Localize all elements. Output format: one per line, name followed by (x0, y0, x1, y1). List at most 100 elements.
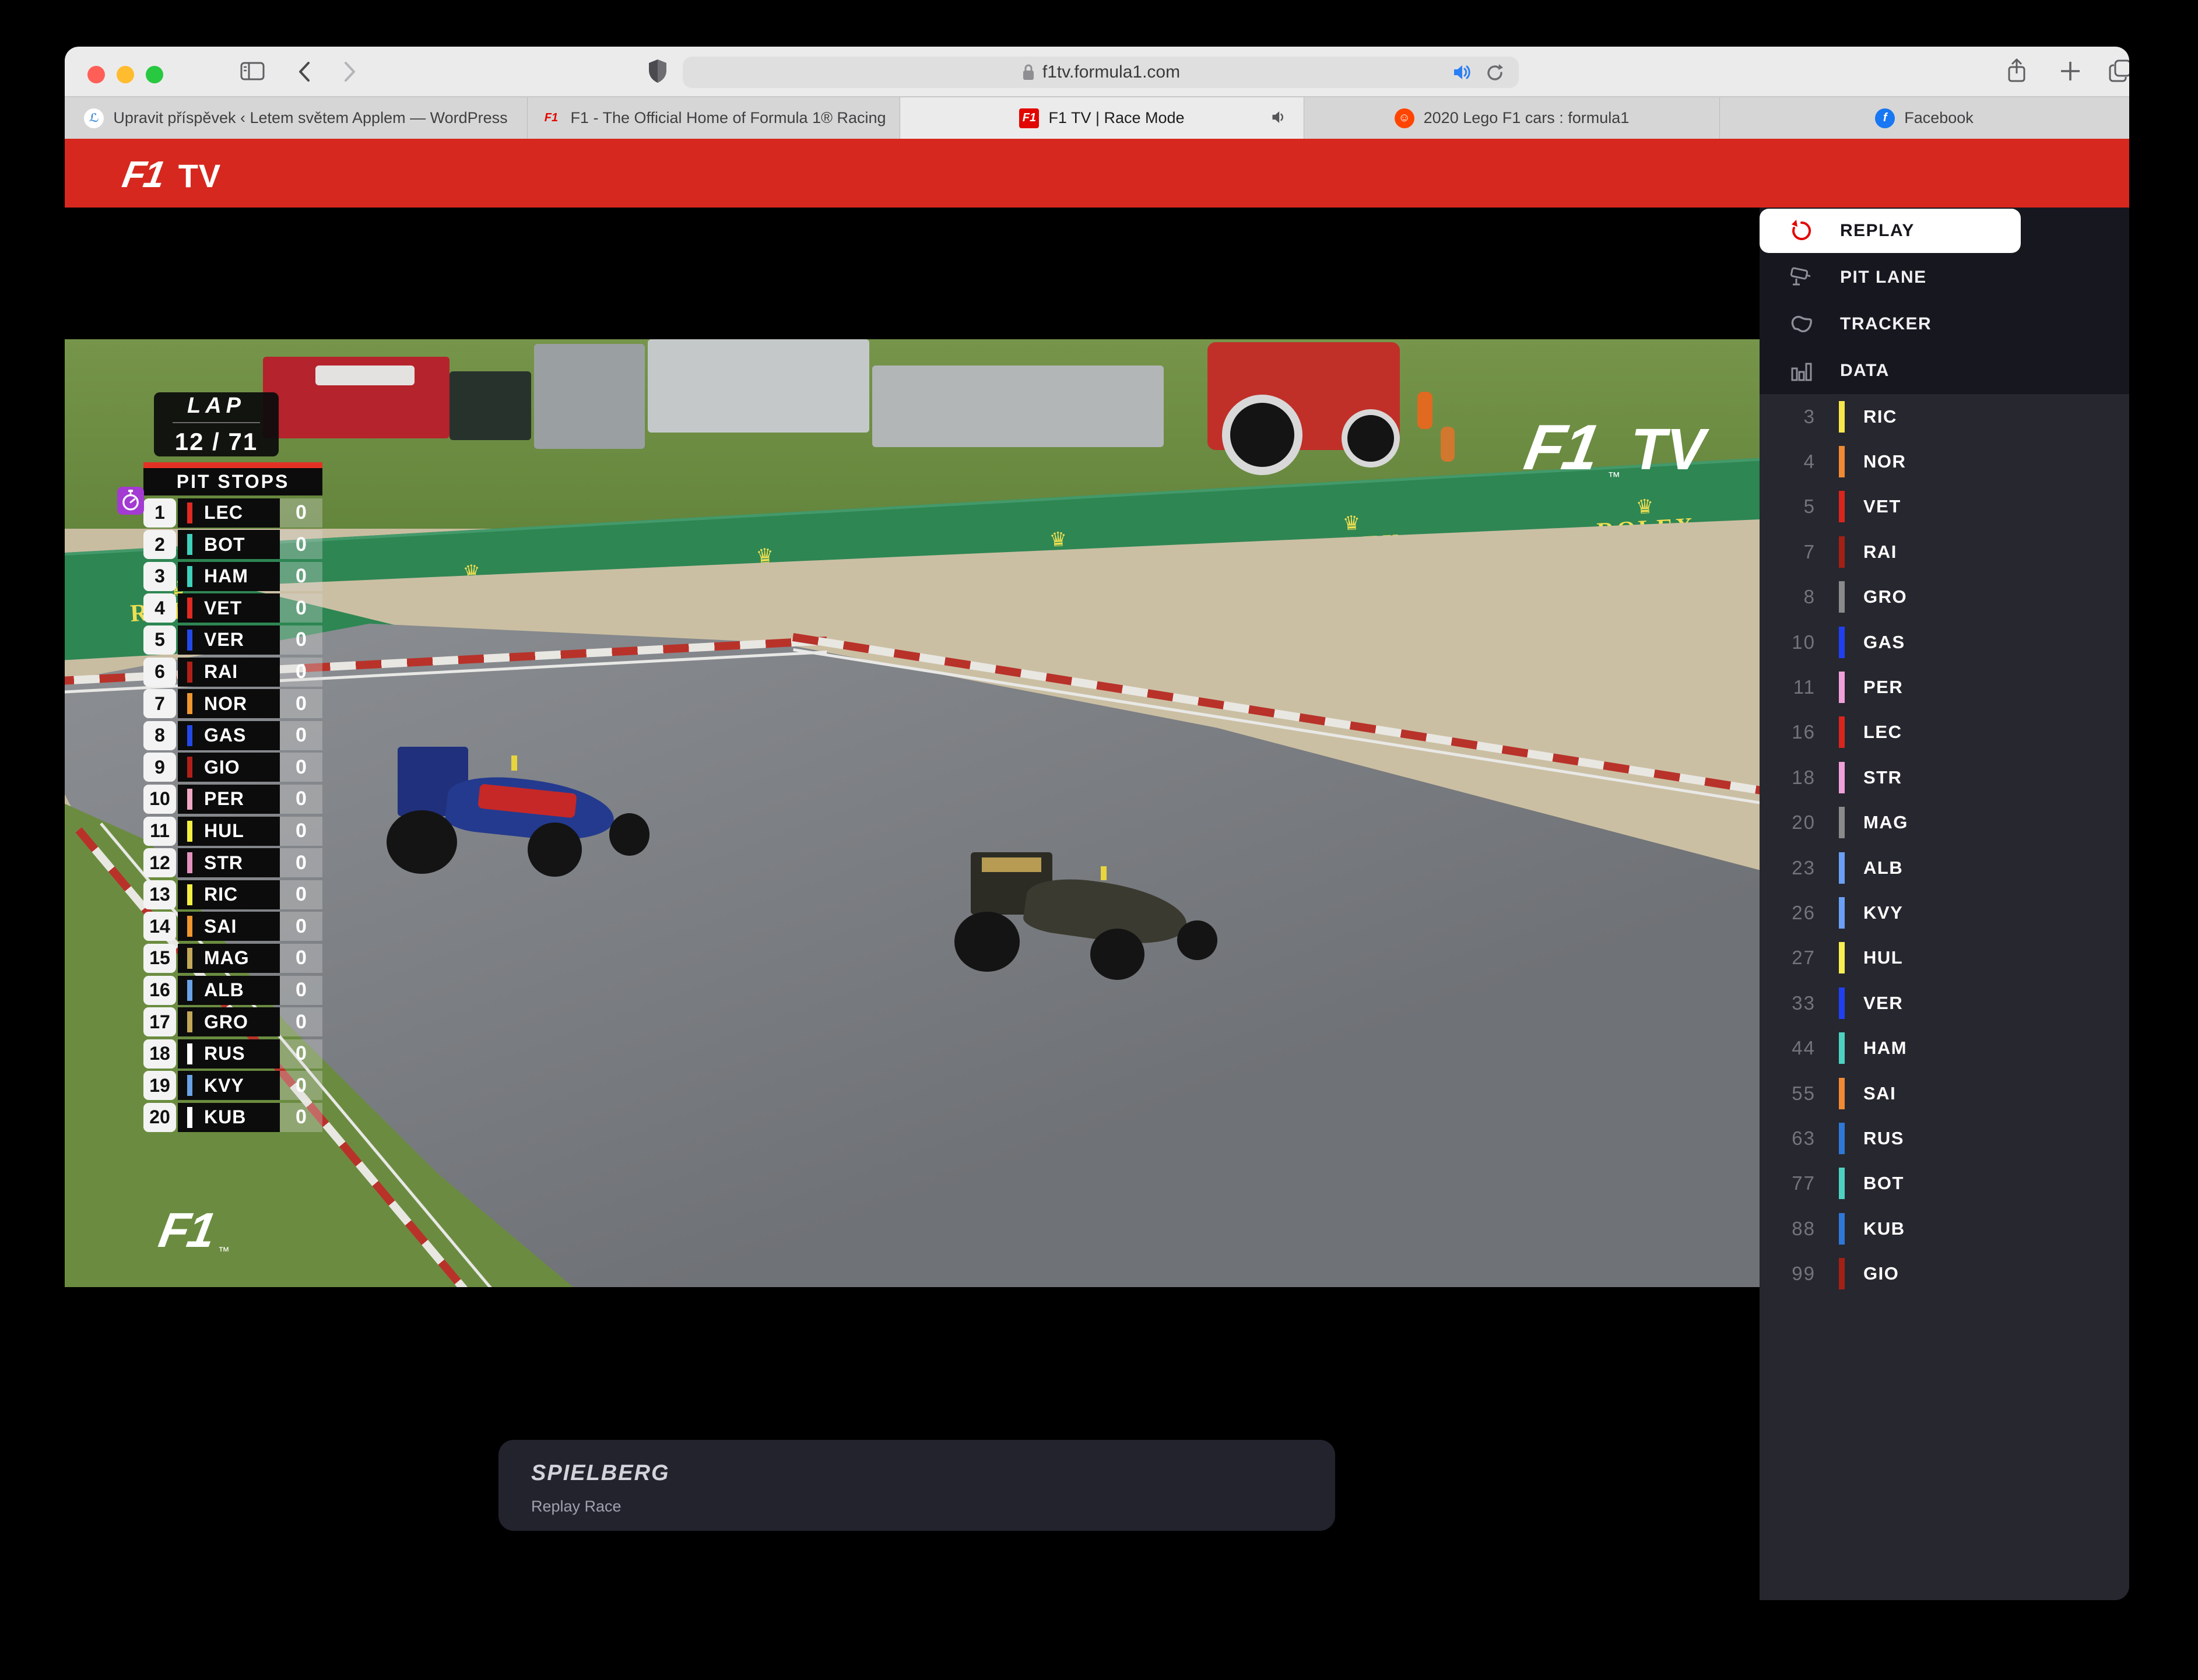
browser-tab[interactable]: F1 F1 TV | Race Mode (900, 97, 1304, 139)
pit-stop-row: 16 ALB 0 (143, 976, 322, 1005)
team-color-bar (1839, 536, 1845, 568)
browser-tab[interactable]: F1 F1 - The Official Home of Formula 1® … (528, 97, 900, 139)
privacy-shield-icon[interactable] (648, 58, 668, 84)
team-color-bar (1839, 1213, 1845, 1245)
driver-code: HUL (1863, 947, 1903, 968)
pit-stop-row: 7 NOR 0 (143, 689, 322, 718)
driver-list-item[interactable]: 7 RAI (1760, 529, 2129, 574)
pit-stop-count: 0 (280, 625, 322, 655)
team-color-bar (187, 1043, 192, 1064)
browser-window: f1tv.formula1.com ℒ Upravit příspěvek ‹ … (65, 47, 2129, 1600)
driver-code: GAS (1863, 632, 1905, 653)
tab-bar: ℒ Upravit příspěvek ‹ Letem světem Apple… (65, 97, 2129, 139)
driver-code: MAG (1863, 812, 1908, 833)
team-color-bar (187, 757, 192, 778)
driver-list-item[interactable]: 88 KUB (1760, 1206, 2129, 1251)
driver-list-item[interactable]: 16 LEC (1760, 710, 2129, 755)
driver-code: GIO (1863, 1263, 1899, 1284)
share-icon[interactable] (2006, 58, 2027, 84)
tab-speaker-icon[interactable] (1271, 109, 1288, 125)
driver-code: STR (1863, 767, 1902, 788)
driver-code: GAS (204, 725, 246, 746)
close-window-button[interactable] (87, 66, 105, 83)
driver-number: 55 (1760, 1082, 1816, 1105)
tab-favicon: F1 (541, 108, 561, 128)
pit-stop-count: 0 (280, 562, 322, 591)
pit-stop-count: 0 (280, 848, 322, 877)
driver-code: KVY (1863, 902, 1903, 923)
tab-title: F1 - The Official Home of Formula 1® Rac… (570, 109, 886, 127)
driver-number: 8 (1760, 586, 1816, 608)
driver-list-item[interactable]: 55 SAI (1760, 1071, 2129, 1116)
reload-icon[interactable] (1485, 63, 1505, 83)
driver-list-item[interactable]: 5 VET (1760, 484, 2129, 529)
url-bar[interactable]: f1tv.formula1.com (683, 57, 1519, 88)
driver-number: 33 (1760, 992, 1816, 1014)
pit-stop-row: 13 RIC 0 (143, 880, 322, 909)
driver-list-item[interactable]: 20 MAG (1760, 800, 2129, 845)
menu-item-data[interactable]: DATA (1760, 347, 2129, 394)
driver-number: 10 (1760, 631, 1816, 653)
pit-stop-row: 9 GIO 0 (143, 753, 322, 782)
new-tab-icon[interactable] (2060, 59, 2081, 83)
position-badge: 17 (143, 1007, 176, 1036)
menu-item-tracker[interactable]: TRACKER (1760, 301, 2129, 347)
driver-list-item[interactable]: 11 PER (1760, 665, 2129, 709)
team-color-bar (187, 598, 192, 618)
driver-code: ALB (204, 979, 244, 1001)
pit-stop-count: 0 (280, 530, 322, 559)
driver-number: 77 (1760, 1172, 1816, 1194)
driver-number: 26 (1760, 902, 1816, 924)
browser-tab[interactable]: ℒ Upravit příspěvek ‹ Letem světem Apple… (65, 97, 528, 139)
f1tv-logo[interactable]: F1 TV (123, 153, 221, 196)
menu-item-pit-lane[interactable]: PIT LANE (1760, 254, 2129, 301)
tab-overview-icon[interactable] (2108, 58, 2129, 84)
driver-list-item[interactable]: 27 HUL (1760, 936, 2129, 980)
position-badge: 14 (143, 912, 176, 941)
driver-list-item[interactable]: 10 GAS (1760, 620, 2129, 665)
pit-stop-count: 0 (280, 721, 322, 750)
pit-stop-count: 0 (280, 785, 322, 814)
pit-stop-count: 0 (280, 1039, 322, 1069)
driver-list-item[interactable]: 99 GIO (1760, 1251, 2129, 1296)
driver-list-item[interactable]: 63 RUS (1760, 1116, 2129, 1161)
driver-code: VET (204, 598, 242, 619)
browser-tab[interactable]: f Facebook (1720, 97, 2129, 139)
menu-item-replay[interactable]: REPLAY (1760, 209, 2021, 253)
position-badge: 10 (143, 785, 176, 814)
driver-code: RAI (1863, 542, 1897, 563)
team-color-bar (1839, 491, 1845, 522)
team-color-bar (1839, 987, 1845, 1019)
minimize-window-button[interactable] (117, 66, 134, 83)
rolex-crown-icon: ♛ (1049, 529, 1068, 550)
tab-audio-icon[interactable] (1452, 63, 1473, 82)
driver-list-item[interactable]: 23 ALB (1760, 845, 2129, 890)
back-button[interactable] (297, 61, 312, 83)
driver-list-item[interactable]: 26 KVY (1760, 890, 2129, 935)
driver-list-item[interactable]: 77 BOT (1760, 1161, 2129, 1206)
driver-list-item[interactable]: 44 HAM (1760, 1025, 2129, 1070)
position-badge: 19 (143, 1071, 176, 1100)
driver-code: PER (204, 788, 244, 810)
haas-car (954, 846, 1226, 989)
sidebar-toggle-icon[interactable] (240, 59, 265, 83)
tab-title: Facebook (1904, 109, 1974, 127)
tab-favicon: ☺ (1395, 108, 1414, 128)
driver-list-item[interactable]: 4 NOR (1760, 439, 2129, 484)
zoom-window-button[interactable] (146, 66, 163, 83)
pit-stop-row: 5 VER 0 (143, 625, 322, 655)
team-color-bar (1839, 1032, 1845, 1064)
driver-code: STR (204, 852, 243, 874)
pit-stop-row: 2 BOT 0 (143, 530, 322, 559)
pit-stop-row: 15 MAG 0 (143, 944, 322, 973)
forward-button[interactable] (342, 61, 357, 83)
driver-list-item[interactable]: 3 RIC (1760, 394, 2129, 439)
driver-list-item[interactable]: 8 GRO (1760, 575, 2129, 620)
panel-accent-bar (143, 462, 322, 468)
pit-stop-count: 0 (280, 658, 322, 687)
rolex-crown-icon: ♛ (1635, 497, 1654, 518)
browser-tab[interactable]: ☺ 2020 Lego F1 cars : formula1 (1304, 97, 1720, 139)
team-color-bar (1839, 852, 1845, 884)
driver-list-item[interactable]: 18 STR (1760, 755, 2129, 800)
driver-list-item[interactable]: 33 VER (1760, 980, 2129, 1025)
